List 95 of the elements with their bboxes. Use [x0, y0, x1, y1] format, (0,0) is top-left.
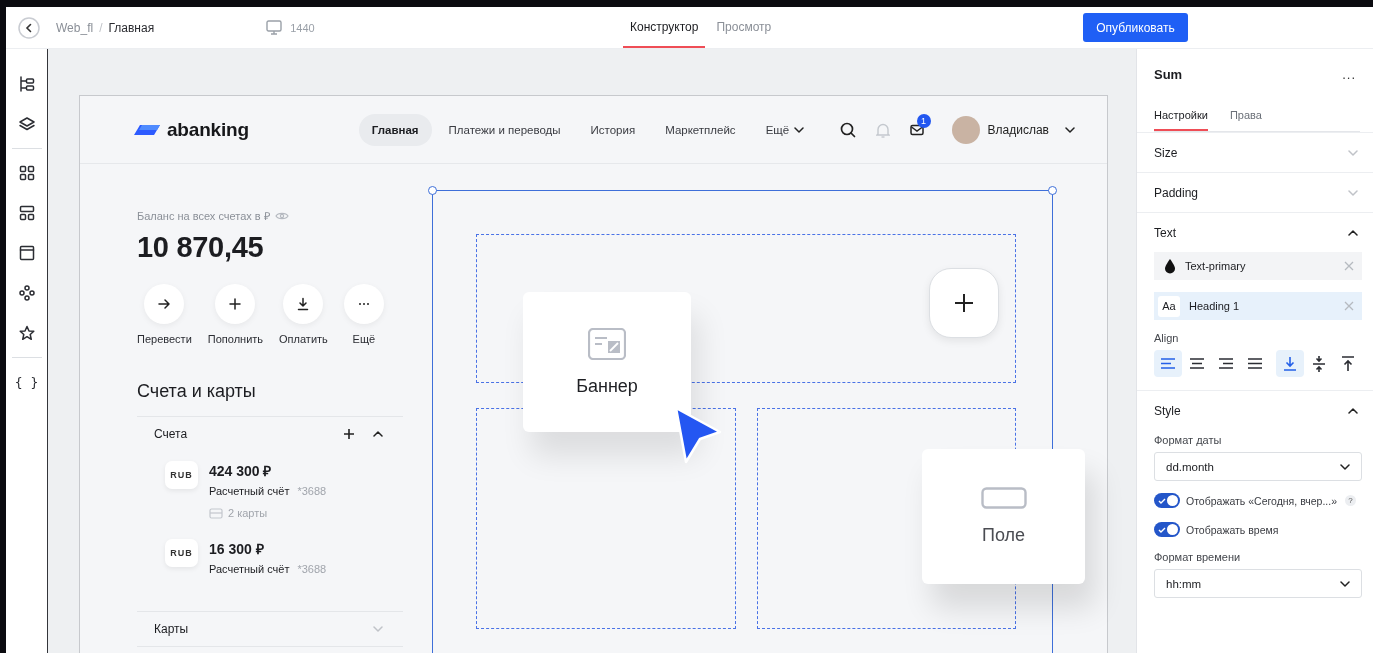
action-label: Оплатить	[279, 333, 328, 345]
field-label: Формат времени	[1154, 551, 1242, 563]
align-button[interactable]	[1154, 350, 1182, 377]
check-icon	[1158, 497, 1166, 504]
resize-handle[interactable]	[1048, 186, 1057, 195]
component-card[interactable]: Баннер	[523, 292, 691, 432]
help-icon[interactable]: ?	[1345, 495, 1356, 506]
text-style-icon: Aa	[1158, 295, 1180, 317]
action-button[interactable]	[215, 284, 256, 324]
field-label: Align	[1154, 332, 1180, 344]
search-icon[interactable]	[839, 121, 856, 138]
account-amount: 424 300 ₽	[209, 462, 273, 480]
input-icon	[980, 487, 1027, 509]
layers-icon[interactable]	[18, 116, 35, 132]
action-label: Ещё	[352, 333, 376, 345]
breadcrumb-item[interactable]: Главная	[108, 20, 155, 35]
align-top-icon	[1339, 354, 1357, 373]
style-token[interactable]: Text-primary	[1154, 252, 1362, 280]
account-number: *3688	[297, 563, 327, 575]
section-header[interactable]: Padding	[1137, 173, 1373, 212]
action-label: Пополнить	[207, 333, 264, 345]
banner-icon	[588, 327, 626, 360]
user-name[interactable]: Владислав	[987, 122, 1049, 137]
nav-item[interactable]: История	[577, 113, 649, 146]
dropdown[interactable]: hh:mm	[1154, 569, 1362, 598]
section-header[interactable]: Style	[1137, 391, 1373, 430]
plus-icon	[954, 293, 974, 313]
count-badge: 1	[916, 113, 931, 128]
logo-icon	[133, 123, 161, 136]
logo-text: abanking	[167, 118, 249, 141]
toggle-switch[interactable]	[1154, 493, 1180, 508]
arrow-right-icon	[157, 297, 172, 311]
nav-item[interactable]: Маркетплейс	[652, 113, 749, 146]
balance-label: Баланс на всех счетах в ₽	[137, 209, 270, 223]
plus-icon	[228, 297, 243, 311]
tree-icon[interactable]	[18, 76, 35, 92]
viewport-width: 1440	[290, 21, 315, 34]
drop-icon	[1164, 258, 1176, 274]
mail-icon[interactable]	[909, 123, 924, 136]
nav-item[interactable]: Платежи и переводы	[435, 113, 574, 146]
accordion-header[interactable]: Счета	[137, 417, 403, 451]
back-icon[interactable]	[18, 16, 40, 39]
resize-handle[interactable]	[428, 186, 437, 195]
action-button[interactable]	[283, 284, 324, 324]
star-icon[interactable]	[18, 325, 35, 341]
caret-icon[interactable]	[1340, 580, 1350, 587]
action-label: Перевести	[137, 333, 192, 345]
component-card[interactable]: Поле	[922, 449, 1085, 584]
breadcrumb-separator: /	[99, 20, 103, 35]
chevron-up-icon[interactable]	[1348, 229, 1358, 236]
components-icon[interactable]	[18, 285, 35, 301]
grid-icon[interactable]	[18, 165, 35, 181]
window-icon[interactable]	[18, 245, 35, 261]
field-label: Формат даты	[1154, 434, 1223, 446]
toggle-label: Отображать время	[1186, 523, 1279, 536]
accordion-header[interactable]: Карты	[137, 612, 403, 646]
caret-icon[interactable]	[1340, 463, 1350, 470]
section-header[interactable]: Text	[1137, 213, 1373, 252]
download-icon	[296, 297, 311, 311]
chevron-up-icon[interactable]	[1348, 407, 1358, 414]
toggle-label: Отображать «Сегодня, вчер...»	[1186, 494, 1337, 507]
panel-tab[interactable]: Права	[1229, 101, 1262, 131]
currency-badge: RUB	[165, 539, 198, 567]
layout-icon[interactable]	[18, 205, 35, 221]
align-button[interactable]	[1276, 350, 1304, 377]
align-bottom-icon	[1281, 354, 1299, 373]
account-amount: 16 300 ₽	[209, 540, 265, 558]
more-button[interactable]: ...	[1342, 66, 1356, 82]
caret-icon[interactable]	[794, 126, 805, 133]
card-icon	[209, 507, 223, 519]
publish-button[interactable]: Опубликовать	[1083, 13, 1188, 42]
dropdown[interactable]: dd.month	[1154, 452, 1362, 481]
nav-item[interactable]: Ещё	[752, 113, 818, 146]
account-type: Расчетный счёт	[209, 563, 290, 575]
cards-count: 2 карты	[228, 507, 268, 519]
section-header[interactable]: Size	[1137, 133, 1373, 172]
token-label: Text-primary	[1185, 260, 1246, 272]
code-braces[interactable]: { }	[14, 374, 39, 390]
panel-tab[interactable]: Настройки	[1154, 101, 1208, 131]
token-label: Heading 1	[1189, 300, 1240, 312]
chevron-up-icon[interactable]	[373, 431, 383, 437]
check-icon	[1158, 526, 1166, 533]
action-button[interactable]	[144, 284, 185, 324]
section-title: Счета и карты	[137, 381, 403, 417]
account-type: Расчетный счёт	[209, 485, 290, 497]
currency-badge: RUB	[165, 461, 198, 489]
plus-icon[interactable]	[343, 428, 355, 440]
panel-title: Sum	[1154, 66, 1183, 82]
align-middle-icon	[1310, 354, 1328, 373]
caret-icon[interactable]	[1065, 126, 1075, 133]
account-number: *3688	[297, 485, 327, 497]
style-token[interactable]: Aa Heading 1	[1154, 292, 1362, 320]
balance-amount: 10 870,45	[137, 231, 265, 264]
toggle-switch[interactable]	[1154, 522, 1180, 537]
nav-item[interactable]: Главная	[358, 113, 432, 146]
